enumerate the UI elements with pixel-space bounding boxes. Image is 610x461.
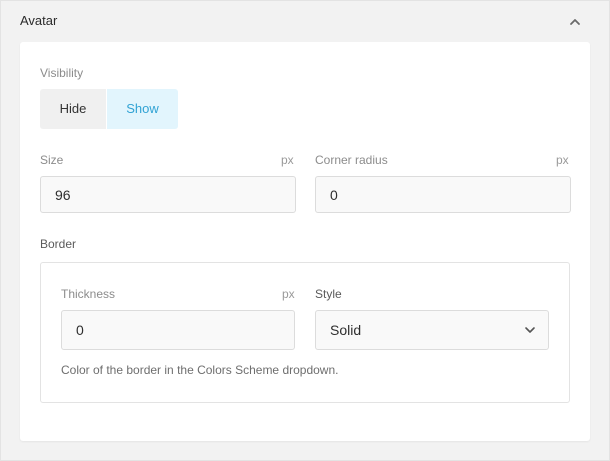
corner-radius-label: Corner radius xyxy=(315,153,388,167)
corner-radius-input[interactable] xyxy=(315,176,571,213)
border-settings-group: Thickness px Style Solid Color of the bo… xyxy=(40,262,570,403)
size-label: Size xyxy=(40,153,64,167)
style-label: Style xyxy=(315,287,342,301)
panel-title: Avatar xyxy=(20,13,58,28)
avatar-settings-panel: Avatar Visibility Hide Show Size px Corn… xyxy=(0,0,610,461)
visibility-label: Visibility xyxy=(40,66,84,80)
visibility-hide-button[interactable]: Hide xyxy=(40,89,106,129)
size-unit: px xyxy=(281,153,294,167)
chevron-down-icon xyxy=(525,327,535,333)
style-select-value: Solid xyxy=(330,322,362,338)
chevron-up-icon[interactable] xyxy=(568,15,582,29)
thickness-input[interactable] xyxy=(61,310,295,350)
panel-header[interactable]: Avatar xyxy=(1,1,609,41)
size-input[interactable] xyxy=(40,176,296,213)
thickness-label: Thickness xyxy=(61,287,116,301)
style-select[interactable]: Solid xyxy=(315,310,549,350)
visibility-show-button[interactable]: Show xyxy=(107,89,178,129)
corner-radius-unit: px xyxy=(556,153,569,167)
border-label: Border xyxy=(40,237,77,251)
thickness-unit: px xyxy=(282,287,295,301)
settings-card: Visibility Hide Show Size px Corner radi… xyxy=(20,42,590,441)
border-helper-text: Color of the border in the Colors Scheme… xyxy=(61,363,339,377)
